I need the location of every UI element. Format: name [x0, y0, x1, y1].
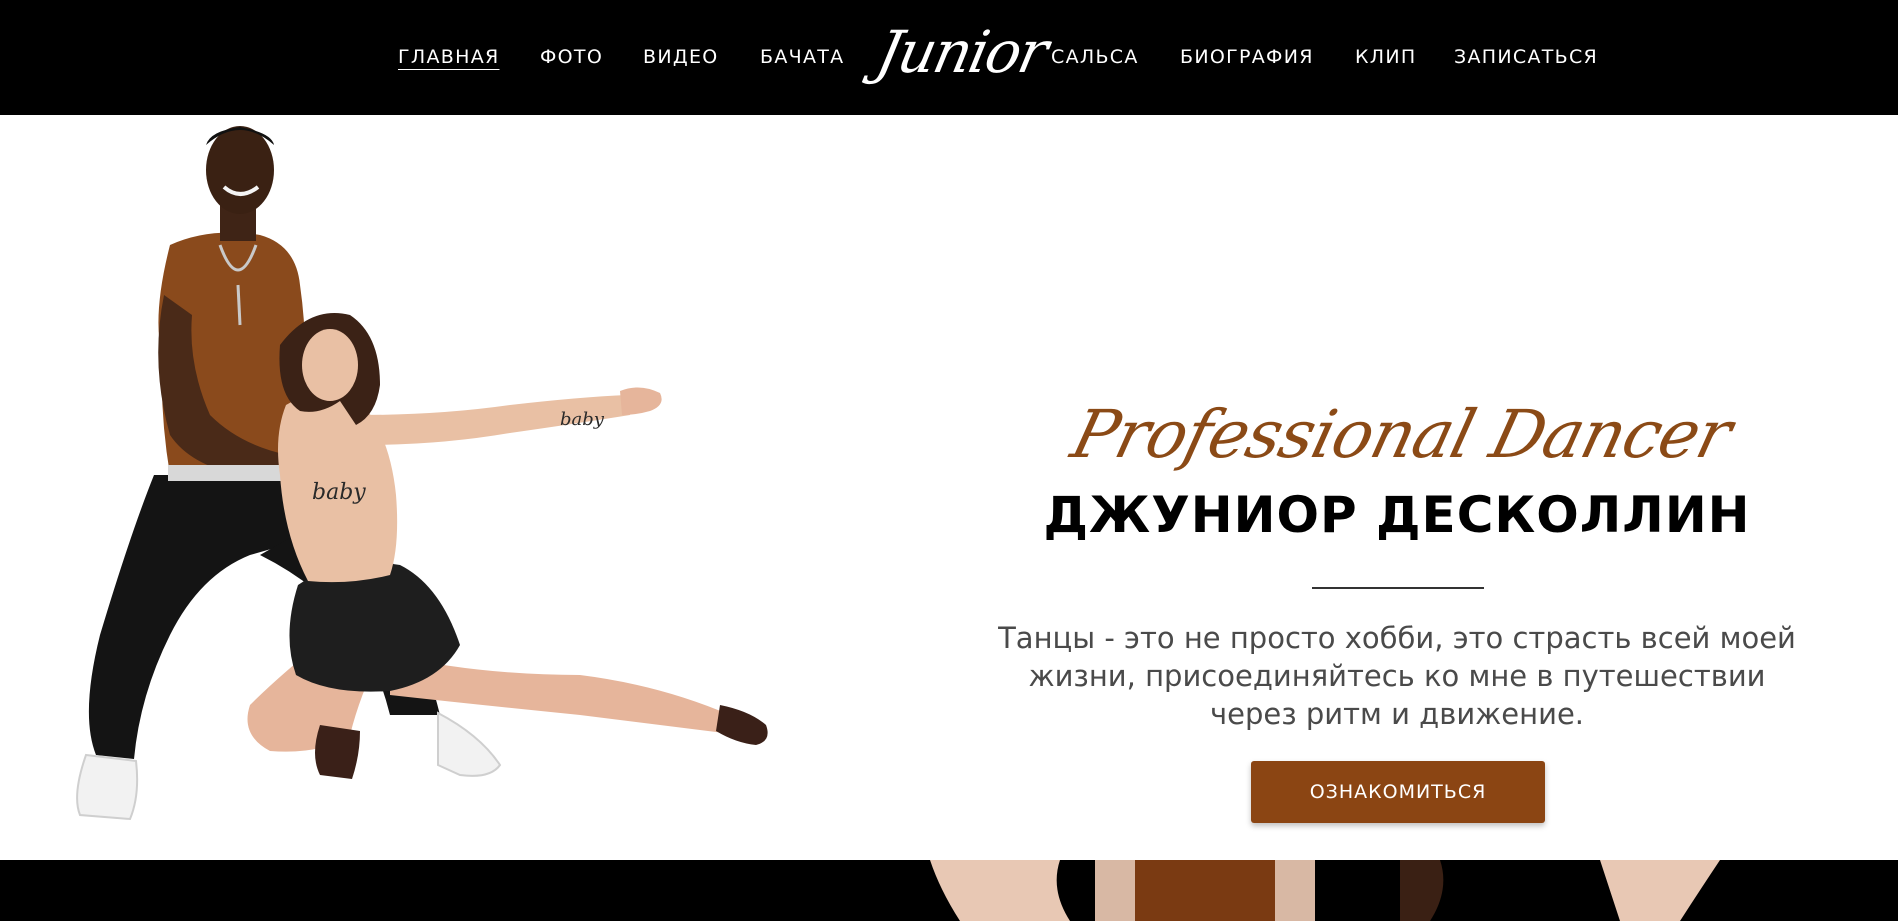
- tagline-line: через ритм и движение.: [1210, 697, 1584, 731]
- next-section-photo: [930, 860, 1720, 921]
- hero-title: ДЖУНИОР ДЕСКОЛЛИН: [1043, 486, 1751, 544]
- tagline-line: Танцы - это не просто хобби, это страсть…: [998, 621, 1796, 655]
- tagline-line: жизни, присоединяйтесь ко мне в путешест…: [1028, 659, 1766, 693]
- site-logo[interactable]: Junior: [869, 10, 1053, 94]
- nav-item-home[interactable]: ГЛАВНАЯ: [398, 43, 500, 71]
- site-header: ГЛАВНАЯ ФОТО ВИДЕО БАЧАТА Junior САЛЬСА …: [0, 0, 1898, 115]
- nav-item-photo[interactable]: ФОТО: [540, 43, 603, 71]
- nav-item-video[interactable]: ВИДЕО: [643, 43, 719, 71]
- title-divider: [1312, 587, 1484, 589]
- next-section-strip: [0, 860, 1898, 921]
- top-print-text: baby: [560, 409, 605, 430]
- top-print-text: baby: [312, 480, 366, 505]
- hero-section: baby baby Professional Dancer ДЖУНИОР ДЕ…: [0, 115, 1898, 860]
- hero-script-title: Professional Dancer: [1064, 396, 1739, 473]
- nav-item-salsa[interactable]: САЛЬСА: [1051, 43, 1139, 71]
- dancers-photo: baby baby: [76, 126, 768, 821]
- nav-item-biography[interactable]: БИОГРАФИЯ: [1180, 43, 1314, 71]
- hero-tagline: Танцы - это не просто хобби, это страсть…: [975, 619, 1819, 733]
- nav-item-signup[interactable]: ЗАПИСАТЬСЯ: [1454, 43, 1598, 71]
- learn-more-button[interactable]: ОЗНАКОМИТЬСЯ: [1251, 761, 1545, 823]
- nav-item-bachata[interactable]: БАЧАТА: [760, 43, 844, 71]
- nav-item-clip[interactable]: КЛИП: [1355, 43, 1416, 71]
